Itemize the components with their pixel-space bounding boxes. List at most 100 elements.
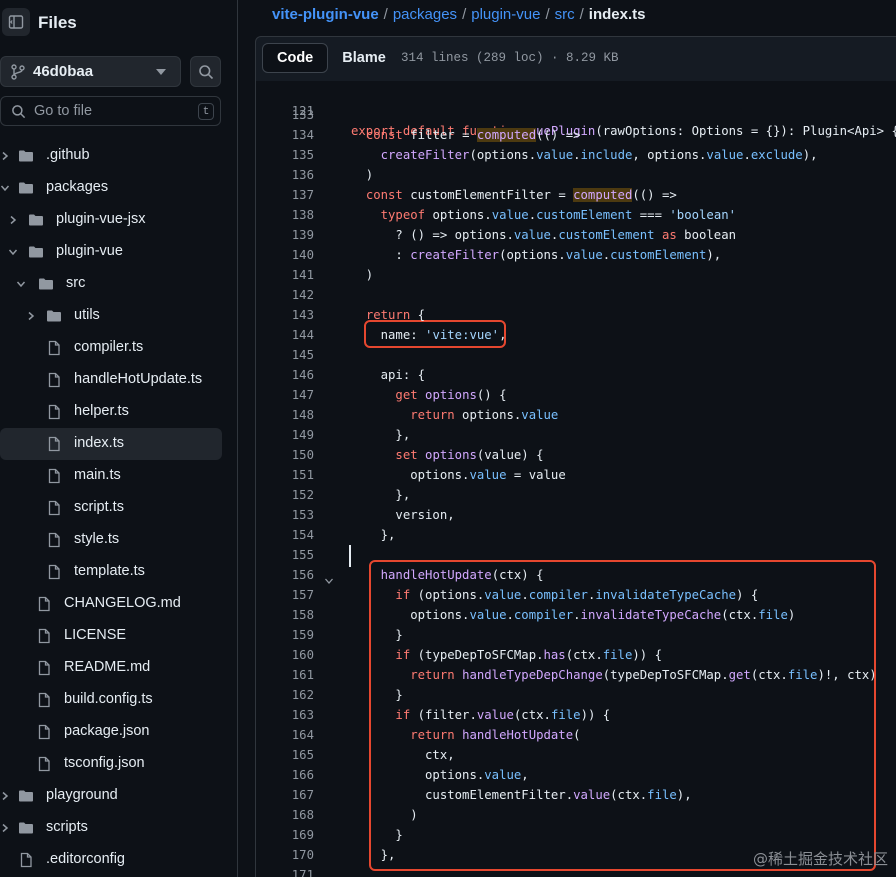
line-number[interactable]: 163 [256,705,314,725]
line-number[interactable]: 133 [256,105,314,125]
chevron-right-icon[interactable] [0,791,10,801]
tree-file-item[interactable]: LICENSE [0,620,222,652]
line-number[interactable]: 149 [256,425,314,445]
tree-file-item[interactable]: CHANGELOG.md [0,588,222,620]
line-number[interactable]: 146 [256,365,314,385]
line-number[interactable]: 168 [256,805,314,825]
chevron-down-icon[interactable] [16,279,26,289]
line-number[interactable]: 164 [256,725,314,745]
line-number[interactable]: 154 [256,525,314,545]
tree-file-item[interactable]: .editorconfig [0,844,222,876]
go-to-file-placeholder: Go to file [34,103,93,119]
tree-folder-item[interactable]: utils [0,300,222,332]
file-icon [46,436,62,452]
tree-folder-item[interactable]: scripts [0,812,222,844]
code-text: options.value, [351,768,529,782]
line-number[interactable]: 162 [256,685,314,705]
line-number[interactable]: 157 [256,585,314,605]
line-number[interactable]: 135 [256,145,314,165]
line-number[interactable]: 167 [256,785,314,805]
line-number[interactable]: 144 [256,325,314,345]
search-button[interactable] [190,56,221,87]
code-line: 163 if (filter.value(ctx.file)) { [256,705,896,725]
tree-file-item[interactable]: handleHotUpdate.ts [0,364,222,396]
line-number[interactable]: 161 [256,665,314,685]
tree-file-item[interactable]: README.md [0,652,222,684]
code-line: 157 if (options.value.compiler.invalidat… [256,585,896,605]
line-number[interactable]: 145 [256,345,314,365]
chevron-right-icon[interactable] [8,215,18,225]
line-number[interactable]: 170 [256,845,314,865]
line-number[interactable]: 160 [256,645,314,665]
line-number[interactable]: 141 [256,265,314,285]
code-viewer[interactable]: 121 export default function vuePlugin(ra… [255,81,896,877]
tree-item-label: index.ts [74,435,124,451]
code-text: return handleHotUpdate( [410,728,581,742]
view-mode-toggle: Code Blame [262,43,400,73]
tree-folder-item[interactable]: plugin-vue-jsx [0,204,222,236]
line-number[interactable]: 155 [256,545,314,565]
line-number[interactable]: 136 [256,165,314,185]
code-tab[interactable]: Code [262,43,329,73]
code-line: 148 return options.value [256,405,896,425]
line-number[interactable]: 151 [256,465,314,485]
breadcrumb-repo-link[interactable]: vite-plugin-vue [272,6,379,23]
tree-folder-item[interactable]: playground [0,780,222,812]
breadcrumb-link[interactable]: packages [393,6,457,23]
file-icon [36,692,52,708]
tree-folder-item[interactable]: src [0,268,222,300]
line-number[interactable]: 134 [256,125,314,145]
chevron-right-icon[interactable] [0,151,10,161]
tree-file-item[interactable]: helper.ts [0,396,222,428]
chevron-down-icon[interactable] [0,183,10,193]
tree-folder-item[interactable]: .github [0,140,222,172]
breadcrumb-link[interactable]: src [555,6,575,23]
chevron-down-icon[interactable] [8,247,18,257]
code-text: name: 'vite:vue', [351,328,507,342]
blame-tab[interactable]: Blame [328,43,400,73]
line-number[interactable]: 138 [256,205,314,225]
breadcrumb-link[interactable]: plugin-vue [471,6,540,23]
line-number[interactable]: 165 [256,745,314,765]
code-text: return options.value [410,408,559,422]
line-number[interactable]: 153 [256,505,314,525]
tree-file-item[interactable]: build.config.ts [0,684,222,716]
code-text: get options() { [395,388,507,402]
code-text: customElementFilter.value(ctx.file), [351,788,692,802]
tree-file-item[interactable]: index.ts [0,428,222,460]
line-number[interactable]: 169 [256,825,314,845]
line-number[interactable]: 147 [256,385,314,405]
chevron-right-icon[interactable] [26,311,36,321]
code-text: const customElementFilter = computed(() … [365,188,677,202]
line-number[interactable]: 156 [256,565,314,585]
tree-file-item[interactable]: style.ts [0,524,222,556]
line-number[interactable]: 140 [256,245,314,265]
collapse-sidebar-button[interactable] [2,8,30,36]
tree-file-item[interactable]: package.json [0,716,222,748]
tree-file-item[interactable]: tsconfig.json [0,748,222,780]
line-number[interactable]: 139 [256,225,314,245]
line-number[interactable]: 166 [256,765,314,785]
line-number[interactable]: 137 [256,185,314,205]
tree-folder-item[interactable]: packages [0,172,222,204]
go-to-file-input[interactable]: Go to file t [0,96,221,126]
line-number[interactable]: 152 [256,485,314,505]
line-number[interactable]: 143 [256,305,314,325]
chevron-right-icon[interactable] [0,823,10,833]
line-number[interactable]: 148 [256,405,314,425]
line-number[interactable]: 158 [256,605,314,625]
tree-file-item[interactable]: template.ts [0,556,222,588]
tree-file-item[interactable]: main.ts [0,460,222,492]
sidebar-title: Files [38,13,77,32]
branch-selector[interactable]: 46d0baa [0,56,181,87]
branch-name: 46d0baa [33,63,94,80]
line-number[interactable]: 142 [256,285,314,305]
line-number[interactable]: 150 [256,445,314,465]
tree-folder-item[interactable]: plugin-vue [0,236,222,268]
line-number[interactable]: 159 [256,625,314,645]
line-number[interactable]: 171 [256,865,314,877]
tree-file-item[interactable]: compiler.ts [0,332,222,364]
tree-file-item[interactable]: script.ts [0,492,222,524]
code-text: api: { [351,368,426,382]
code-line: 142 [256,285,896,305]
